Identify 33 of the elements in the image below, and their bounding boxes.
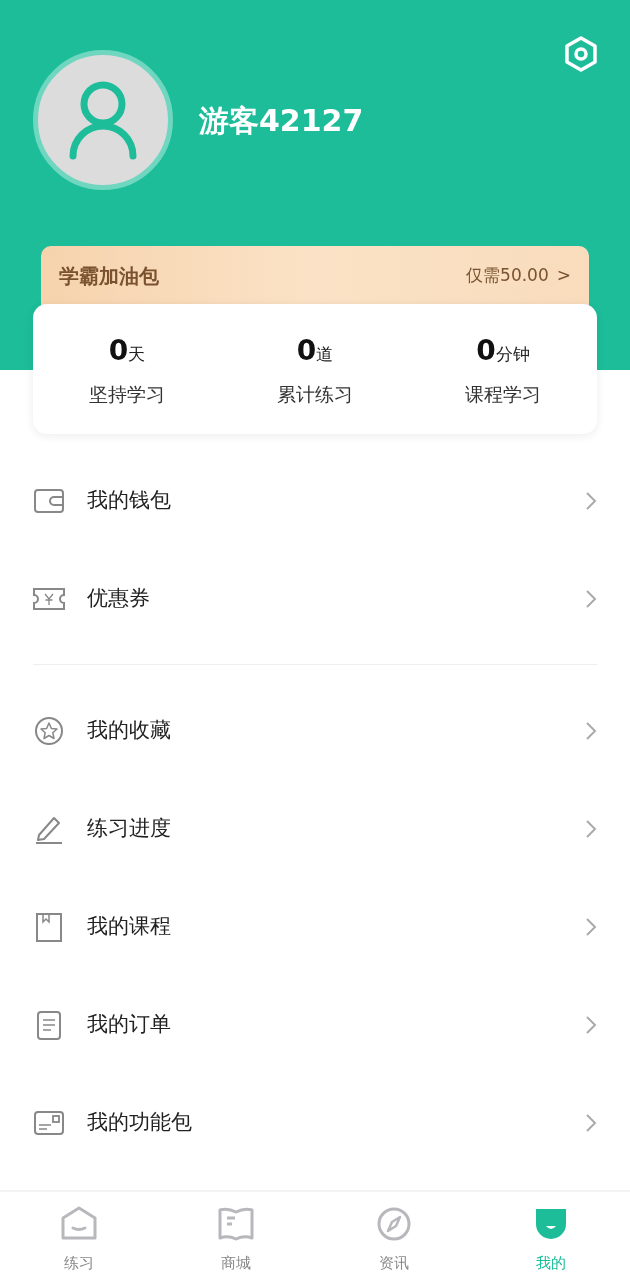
book-icon [33,912,65,942]
promo-title: 学霸加油包 [59,263,159,290]
chevron-icon [585,1015,597,1035]
stat-value: 0道 [296,332,334,369]
chevron-icon [585,589,597,609]
promo-banner[interactable]: 学霸加油包 仅需50.00 > [41,246,589,306]
nav-tab[interactable]: 练习 [0,1192,158,1280]
chevron-icon: > [556,263,571,289]
wallet-icon [33,486,65,516]
nav-tab[interactable]: 商城 [157,1192,315,1280]
menu-item[interactable]: 我的收藏 [33,682,597,780]
stat-value: 0分钟 [476,332,530,369]
menu-item[interactable]: 我的订单 [33,976,597,1074]
chevron-icon [585,1113,597,1133]
pencil-icon [33,814,65,844]
menu-item[interactable]: 我的钱包 [33,452,597,550]
chevron-icon [585,491,597,511]
menu-item[interactable]: 我的课程 [33,878,597,976]
chevron-icon [585,819,597,839]
stat-label: 累计练习 [277,381,353,407]
stat-label: 课程学习 [465,381,541,407]
stat-label: 坚持学习 [89,381,165,407]
username: 游客42127 [199,101,364,140]
promo-price: 仅需50.00 [466,264,549,288]
menu-item[interactable]: 我的功能包 [33,1074,597,1172]
nav-tab[interactable]: 资讯 [315,1192,473,1280]
chevron-icon [585,721,597,741]
stat-value: 0天 [108,332,146,369]
menu-item[interactable]: 优惠券 [33,550,597,648]
settings-icon[interactable] [564,36,598,72]
card-icon [33,1108,65,1138]
menu-item[interactable]: 练习进度 [33,780,597,878]
chevron-icon [585,917,597,937]
